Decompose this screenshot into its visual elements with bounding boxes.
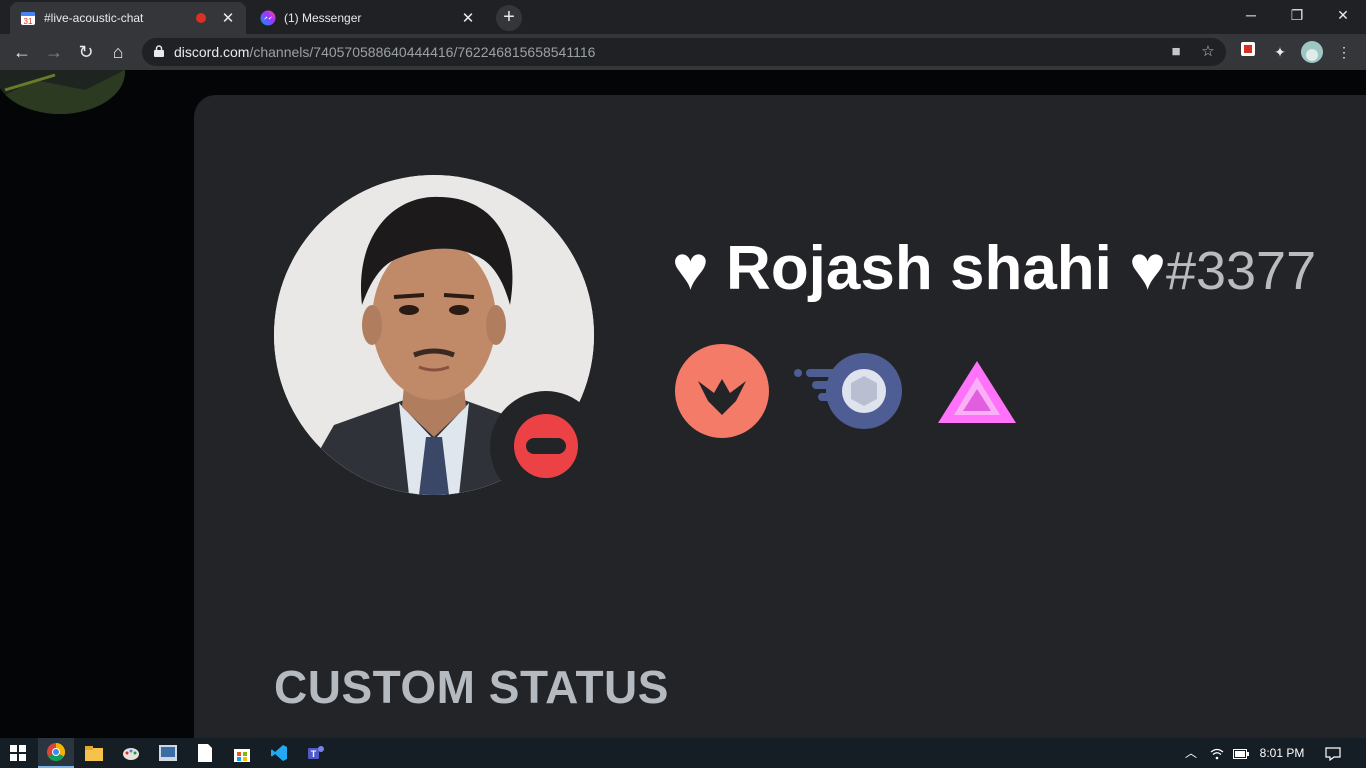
windows-taskbar: T ︿ 8:01 PM xyxy=(0,738,1366,768)
paint-icon[interactable] xyxy=(113,738,149,768)
extensions-puzzle-icon[interactable]: ✦ xyxy=(1269,41,1291,63)
server-icon-partial[interactable] xyxy=(0,70,125,114)
tab-live-acoustic-chat[interactable]: 31 #live-acoustic-chat ✕ xyxy=(10,2,246,34)
recording-indicator-icon xyxy=(196,13,206,23)
hypesquad-brilliance-badge-icon[interactable] xyxy=(674,343,770,439)
close-tab-icon[interactable]: ✕ xyxy=(220,9,236,27)
display-name: ♥ Rojash shahi ♥ xyxy=(672,234,1166,303)
file-explorer-icon[interactable] xyxy=(76,738,112,768)
forward-icon[interactable]: → xyxy=(42,40,66,64)
messenger-icon xyxy=(260,10,276,26)
teams-icon[interactable]: T xyxy=(298,738,334,768)
url-path: /channels/740570588640444416/76224681565… xyxy=(249,44,596,60)
tray-chevron-icon[interactable]: ︿ xyxy=(1180,738,1202,768)
tab-title: (1) Messenger xyxy=(284,11,362,25)
camera-icon[interactable]: ■ xyxy=(1166,42,1186,62)
svg-text:31: 31 xyxy=(24,17,33,26)
svg-text:T: T xyxy=(311,749,317,759)
address-bar[interactable]: discord.com/channels/740570588640444416/… xyxy=(142,38,1226,66)
restore-icon[interactable]: ❐ xyxy=(1274,0,1320,32)
reload-icon[interactable]: ↻ xyxy=(74,40,98,64)
media-icon[interactable] xyxy=(150,738,186,768)
user-profile-modal: ♥ Rojash shahi ♥#3377 CUSTOM STATUS xyxy=(194,95,1366,738)
minimize-icon[interactable]: ─ xyxy=(1228,0,1274,32)
windows-start-icon[interactable] xyxy=(0,738,36,768)
notepad-icon[interactable] xyxy=(187,738,223,768)
calendar-31-icon: 31 xyxy=(21,12,35,26)
custom-status-heading: CUSTOM STATUS xyxy=(274,661,669,713)
wifi-icon[interactable] xyxy=(1206,738,1228,768)
store-icon[interactable] xyxy=(224,738,260,768)
profile-avatar[interactable] xyxy=(1301,41,1323,63)
close-window-icon[interactable]: ✕ xyxy=(1320,0,1366,32)
boost-badge-icon[interactable] xyxy=(936,359,1018,425)
profile-username: ♥ Rojash shahi ♥#3377 xyxy=(672,233,1316,304)
home-icon[interactable]: ⌂ xyxy=(106,40,130,64)
tab-title: #live-acoustic-chat xyxy=(44,11,144,25)
chrome-icon[interactable] xyxy=(38,738,74,768)
url-host: discord.com xyxy=(174,44,250,60)
discord-page: ♥ Rojash shahi ♥#3377 CUSTOM STATUS xyxy=(0,70,1366,738)
bookmark-star-icon[interactable]: ☆ xyxy=(1198,42,1218,62)
close-tab-icon[interactable]: ✕ xyxy=(460,9,476,27)
extension-shield-icon[interactable] xyxy=(1237,41,1259,63)
back-icon[interactable]: ← xyxy=(10,40,34,64)
discriminator: #3377 xyxy=(1165,241,1317,301)
new-tab-button[interactable]: + xyxy=(496,5,522,31)
vscode-icon[interactable] xyxy=(261,738,297,768)
browser-toolbar: ← → ↻ ⌂ discord.com/channels/74057058864… xyxy=(0,34,1366,70)
tab-strip: 31 #live-acoustic-chat ✕ (1) Messenger ✕… xyxy=(0,0,1366,34)
system-clock[interactable]: 8:01 PM xyxy=(1254,738,1310,768)
action-center-icon[interactable] xyxy=(1320,738,1346,768)
url-text: discord.com/channels/740570588640444416/… xyxy=(174,44,595,60)
menu-kebab-icon[interactable]: ⋮ xyxy=(1333,41,1355,63)
battery-icon[interactable] xyxy=(1230,738,1252,768)
early-supporter-badge-icon[interactable] xyxy=(794,351,906,431)
lock-icon xyxy=(154,45,164,57)
tab-messenger[interactable]: (1) Messenger ✕ xyxy=(250,2,486,34)
do-not-disturb-status-icon xyxy=(514,414,578,478)
